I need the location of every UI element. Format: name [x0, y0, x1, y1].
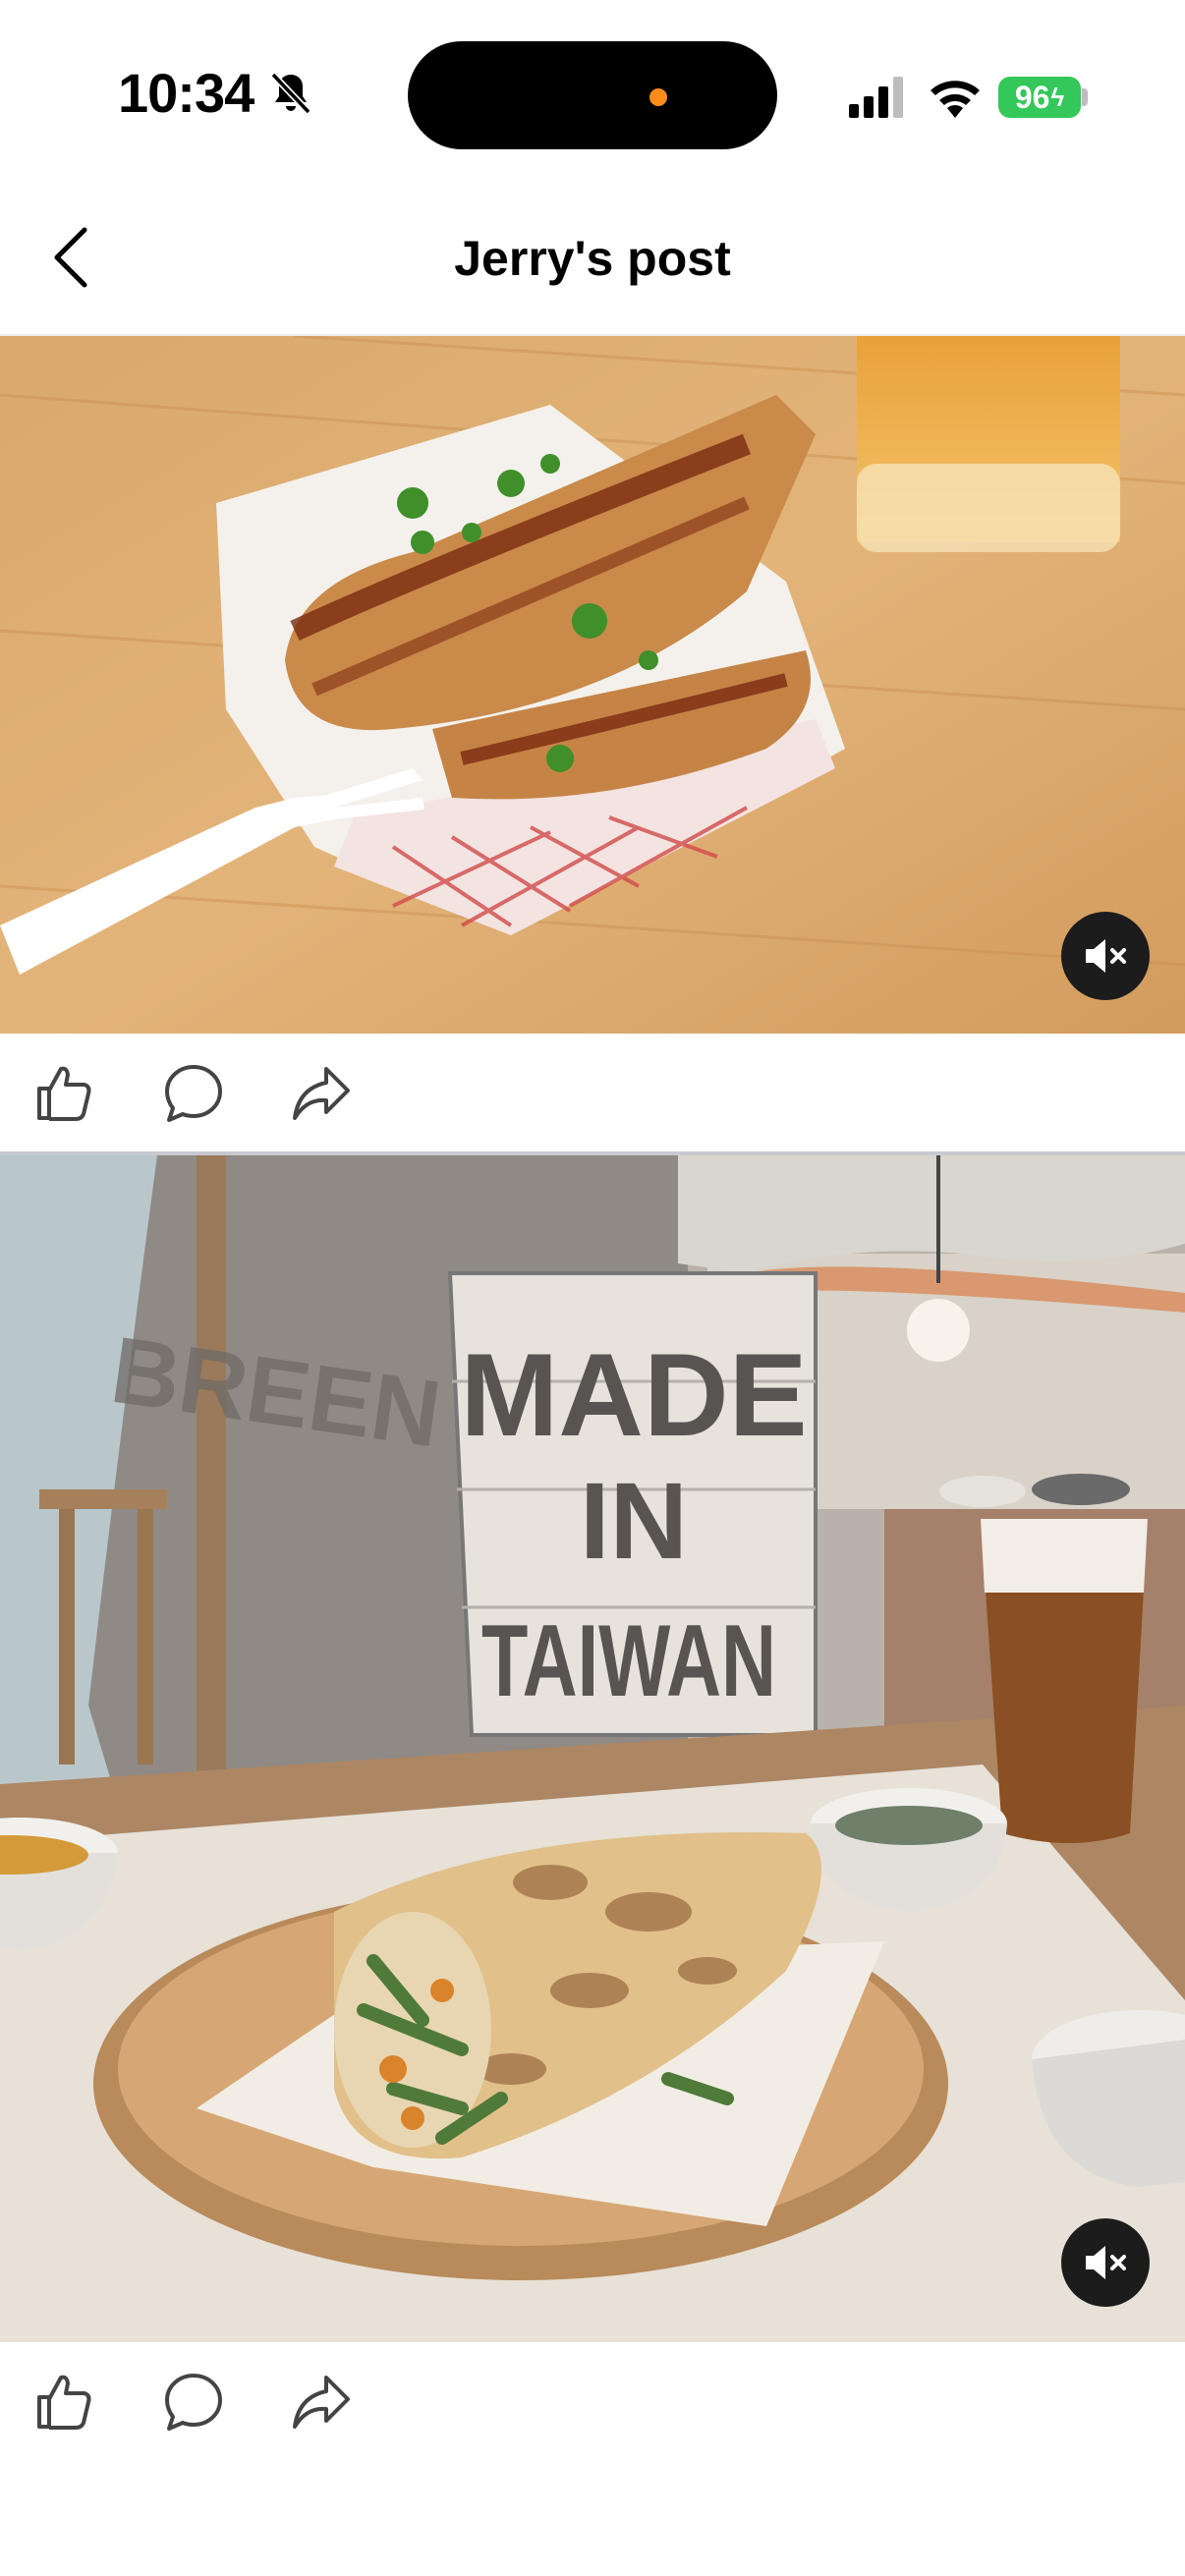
like-button[interactable] — [31, 2370, 96, 2435]
mute-button[interactable] — [1061, 2218, 1150, 2307]
sign-text-made: MADE — [460, 1329, 807, 1461]
sign-text-in: IN — [580, 1461, 688, 1582]
bolt-icon: ϟ — [1050, 82, 1065, 112]
like-icon — [37, 1066, 91, 1121]
food-photo — [0, 336, 1185, 1034]
speaker-muted-icon — [1086, 2246, 1126, 2279]
comment-button[interactable] — [161, 2370, 226, 2435]
post-media-1[interactable] — [0, 336, 1185, 1034]
comment-button[interactable] — [161, 1061, 226, 1126]
share-icon — [293, 1067, 350, 1120]
mute-button[interactable] — [1061, 912, 1150, 1000]
bell-slash-icon — [270, 72, 311, 115]
sign-text-taiwan: TAIWAN — [481, 1604, 776, 1718]
post-screen: 10:34 96 ϟ Jerry's post BREEN MADE IN TA… — [0, 0, 1185, 2576]
post-actions-2 — [0, 2342, 1185, 2460]
speaker-muted-icon — [1086, 939, 1126, 973]
share-icon — [293, 2376, 350, 2429]
status-bar: 10:34 96 ϟ — [0, 0, 1185, 187]
post-actions-1 — [0, 1034, 1185, 1151]
comment-icon — [165, 1065, 222, 1122]
nav-header: Jerry's post — [0, 187, 1185, 336]
recording-indicator — [649, 88, 667, 106]
taiwan-illustration: BREEN MADE IN TAIWAN — [0, 1155, 1185, 2342]
like-button[interactable] — [31, 1061, 96, 1126]
dynamic-island — [408, 41, 777, 149]
like-icon — [37, 2375, 91, 2430]
battery-charging-icon: 96 ϟ — [998, 77, 1081, 118]
battery-level: 96 — [1014, 79, 1050, 115]
signal-icon — [849, 77, 903, 118]
wifi-icon — [931, 81, 980, 118]
page-title: Jerry's post — [454, 231, 731, 286]
post-media-2[interactable]: BREEN MADE IN TAIWAN — [0, 1155, 1185, 2342]
battery-cap — [1082, 88, 1088, 106]
share-button[interactable] — [289, 1061, 354, 1126]
status-time: 10:34 — [118, 62, 254, 124]
comment-icon — [165, 2374, 222, 2431]
share-button[interactable] — [289, 2370, 354, 2435]
